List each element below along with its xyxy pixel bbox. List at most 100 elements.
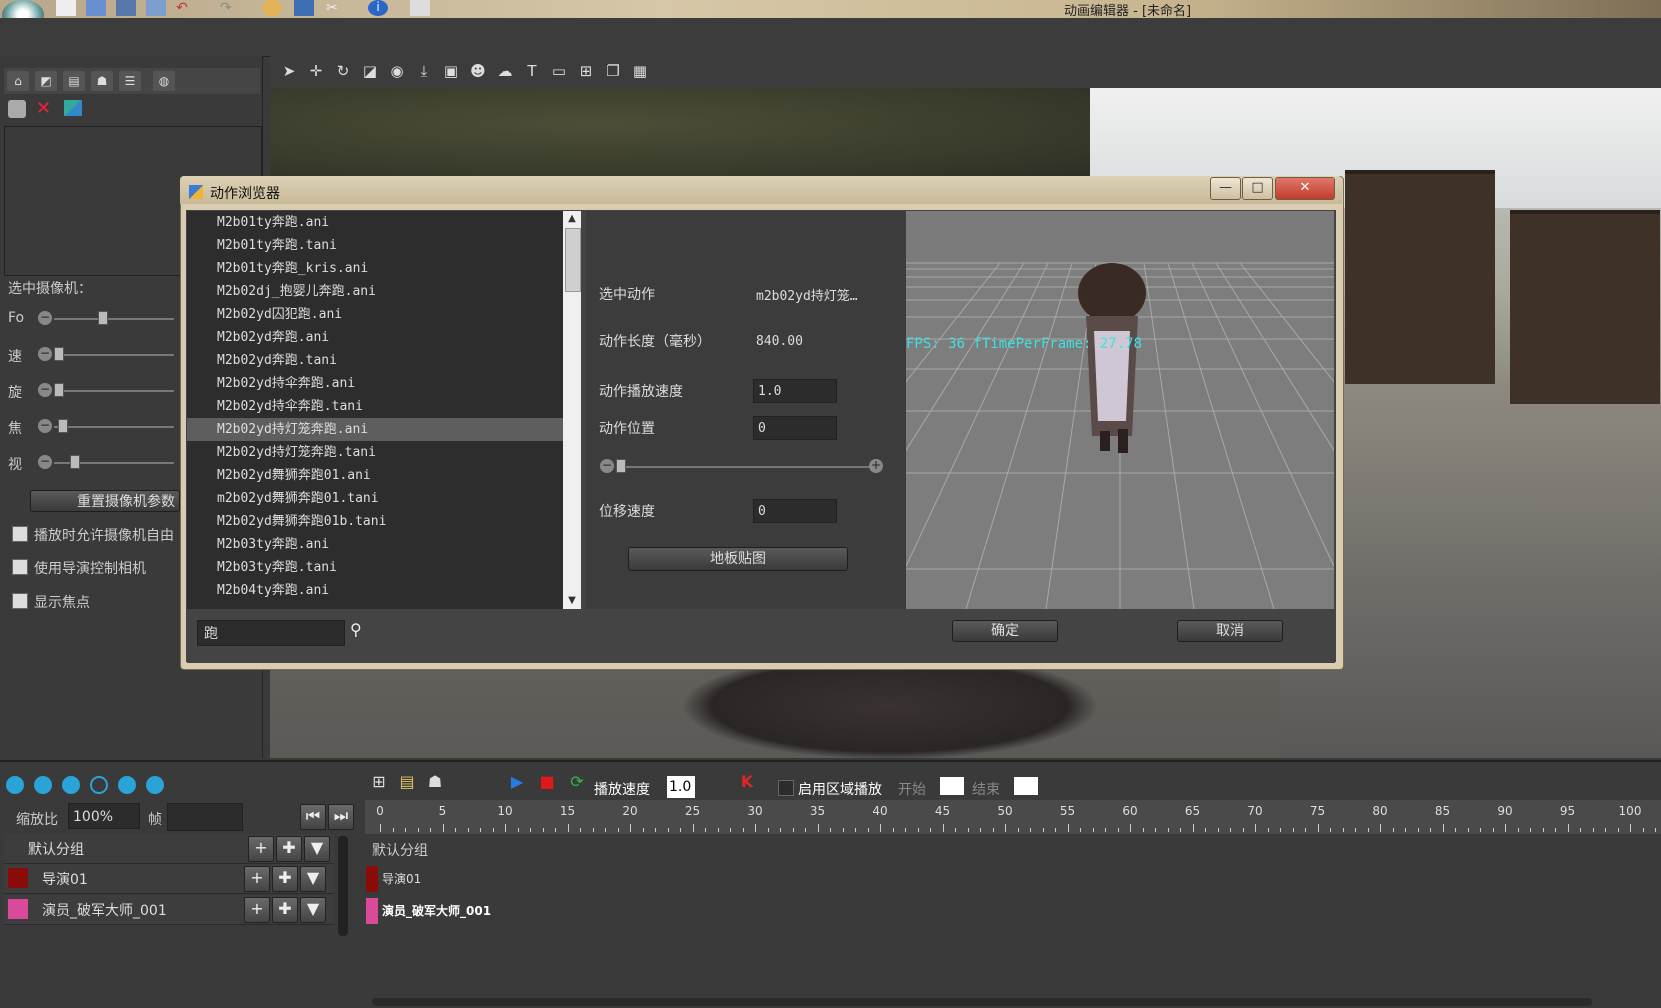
last-frame-button[interactable]: ⏭ <box>328 804 354 830</box>
add-sub-track-button[interactable]: ✚ <box>272 897 298 923</box>
ok-button[interactable]: 确定 <box>952 620 1058 642</box>
tl-tool-1-icon[interactable] <box>6 776 24 794</box>
position-decrease-icon[interactable]: − <box>600 459 614 473</box>
action-file-item[interactable]: M2b02yd舞狮奔跑01.ani <box>187 464 563 487</box>
group-icon[interactable]: ☗ <box>425 772 445 792</box>
position-slider-knob[interactable] <box>616 459 626 473</box>
animation-preview[interactable] <box>906 211 1334 609</box>
first-frame-button[interactable]: ⏮ <box>300 804 326 830</box>
keyframe-marker-icon[interactable]: K <box>737 772 757 792</box>
stop-icon[interactable]: ■ <box>537 772 557 792</box>
scale-icon[interactable]: ◪ <box>361 62 379 80</box>
tl-tool-3-icon[interactable] <box>62 776 80 794</box>
allow-free-camera-checkbox[interactable] <box>12 526 28 542</box>
play-icon[interactable]: ▶ <box>507 772 527 792</box>
add-camera-icon[interactable] <box>8 100 26 118</box>
search-icon[interactable]: ⚲ <box>350 620 368 639</box>
play-speed-input[interactable]: 1.0 <box>667 776 695 798</box>
track-row-director[interactable]: 导演01 + ✚ ▼ <box>4 864 334 894</box>
region-play-checkbox[interactable] <box>778 780 794 796</box>
displacement-speed-input[interactable]: 0 <box>753 499 837 523</box>
fov-decrease-icon[interactable]: − <box>38 311 52 325</box>
tl-tool-4-icon[interactable] <box>90 776 108 794</box>
frame-input[interactable] <box>167 803 243 831</box>
action-file-item[interactable]: M2b02yd持伞奔跑.ani <box>187 372 563 395</box>
weather-icon[interactable]: ☁ <box>496 62 514 80</box>
actor-tab-icon[interactable]: ☗ <box>91 71 113 91</box>
scroll-up-icon[interactable]: ▲ <box>563 211 581 227</box>
speed-slider-track[interactable] <box>54 354 174 356</box>
action-file-item[interactable]: M2b02yd持灯笼奔跑.tani <box>187 441 563 464</box>
open-folder-icon[interactable] <box>86 0 106 16</box>
tools-icon[interactable]: ✂ <box>326 0 346 16</box>
action-file-item[interactable]: M2b02yd持灯笼奔跑.ani <box>187 418 563 441</box>
add-sub-track-button[interactable]: ✚ <box>276 836 302 862</box>
tl-tool-2-icon[interactable] <box>34 776 52 794</box>
focus-slider-knob[interactable] <box>58 419 68 433</box>
tl-tool-5-icon[interactable] <box>118 776 136 794</box>
timeline-track-area[interactable] <box>365 834 1661 1006</box>
loop-icon[interactable]: ⟳ <box>567 772 587 792</box>
track-row-default-group[interactable]: 默认分组 + ✚ ▼ <box>4 834 334 864</box>
frame-icon[interactable]: ⊞ <box>577 62 595 80</box>
focus-decrease-icon[interactable]: − <box>38 419 52 433</box>
save-icon[interactable] <box>116 0 136 16</box>
layers-icon[interactable]: ▤ <box>397 772 417 792</box>
focus-slider-track[interactable] <box>54 426 174 428</box>
end-input[interactable] <box>1014 777 1038 795</box>
view-slider-knob[interactable] <box>70 455 80 469</box>
rotate-slider-track[interactable] <box>54 390 174 392</box>
character-icon[interactable]: ☻ <box>469 62 487 80</box>
track-list-scrollbar[interactable] <box>338 836 348 936</box>
action-file-item[interactable]: M2b02dj_抱婴儿奔跑.ani <box>187 280 563 303</box>
action-file-item[interactable]: M2b01ty奔跑.tani <box>187 234 563 257</box>
cancel-button[interactable]: 取消 <box>1177 620 1283 642</box>
action-file-item[interactable]: M2b02yd舞狮奔跑01b.tani <box>187 510 563 533</box>
scroll-thumb[interactable] <box>565 228 581 292</box>
delete-camera-icon[interactable]: ✕ <box>36 98 51 119</box>
list-tab-icon[interactable]: ☰ <box>119 71 141 91</box>
select-arrow-icon[interactable]: ➤ <box>280 62 298 80</box>
layout-icon[interactable] <box>294 0 314 16</box>
rotate-icon[interactable]: ↻ <box>334 62 352 80</box>
timeline-horizontal-scrollbar[interactable] <box>372 998 1592 1006</box>
text-icon[interactable]: T <box>523 62 541 80</box>
track-row-actor[interactable]: 演员_破军大师_001 + ✚ ▼ <box>4 895 334 925</box>
track-menu-button[interactable]: ▼ <box>300 897 326 923</box>
minimize-button[interactable]: — <box>1210 177 1241 200</box>
users-icon[interactable] <box>262 0 282 16</box>
copy-camera-icon[interactable] <box>64 100 82 116</box>
add-sub-track-button[interactable]: ✚ <box>272 866 298 892</box>
add-track-button[interactable]: + <box>248 836 274 862</box>
action-file-list[interactable]: M2b01ty奔跑.ani M2b01ty奔跑.tani M2b01ty奔跑_kri… <box>187 211 563 609</box>
move-icon[interactable]: ✛ <box>307 62 325 80</box>
camera-tab-icon[interactable]: ⌂ <box>7 71 29 91</box>
globe-tab-icon[interactable]: ◍ <box>153 71 175 91</box>
windows-icon[interactable]: ❐ <box>604 62 622 80</box>
redo-icon[interactable]: ↷ <box>220 0 240 16</box>
close-button[interactable]: ✕ <box>1275 177 1335 200</box>
action-file-item[interactable]: M2b04ty奔跑.ani <box>187 579 563 602</box>
director-tab-icon[interactable]: ▤ <box>63 71 85 91</box>
action-file-item[interactable]: M2b02yd囚犯跑.ani <box>187 303 563 326</box>
scroll-down-icon[interactable]: ▼ <box>563 593 581 609</box>
new-file-icon[interactable] <box>56 0 76 16</box>
position-increase-icon[interactable]: + <box>869 459 883 473</box>
zoom-input[interactable]: 100% <box>68 803 140 829</box>
action-file-item[interactable]: M2b03ty奔跑.tani <box>187 556 563 579</box>
export-icon[interactable] <box>146 0 166 16</box>
action-file-item[interactable]: M2b03ty奔跑.ani <box>187 533 563 556</box>
reset-camera-button[interactable]: 重置摄像机参数 <box>30 490 180 512</box>
show-focus-checkbox[interactable] <box>12 593 28 609</box>
add-track-button[interactable]: + <box>244 897 270 923</box>
action-position-input[interactable]: 0 <box>753 416 837 440</box>
undo-icon[interactable]: ↶ <box>176 0 196 16</box>
action-file-item[interactable]: M2b01ty奔跑.ani <box>187 211 563 234</box>
speed-slider-knob[interactable] <box>54 347 64 361</box>
screen-icon[interactable]: ▭ <box>550 62 568 80</box>
view-decrease-icon[interactable]: − <box>38 455 52 469</box>
floor-texture-button[interactable]: 地板贴图 <box>628 547 848 571</box>
window-icon[interactable] <box>410 0 430 16</box>
play-speed-input[interactable]: 1.0 <box>753 379 837 403</box>
pivot-icon[interactable]: ◉ <box>388 62 406 80</box>
